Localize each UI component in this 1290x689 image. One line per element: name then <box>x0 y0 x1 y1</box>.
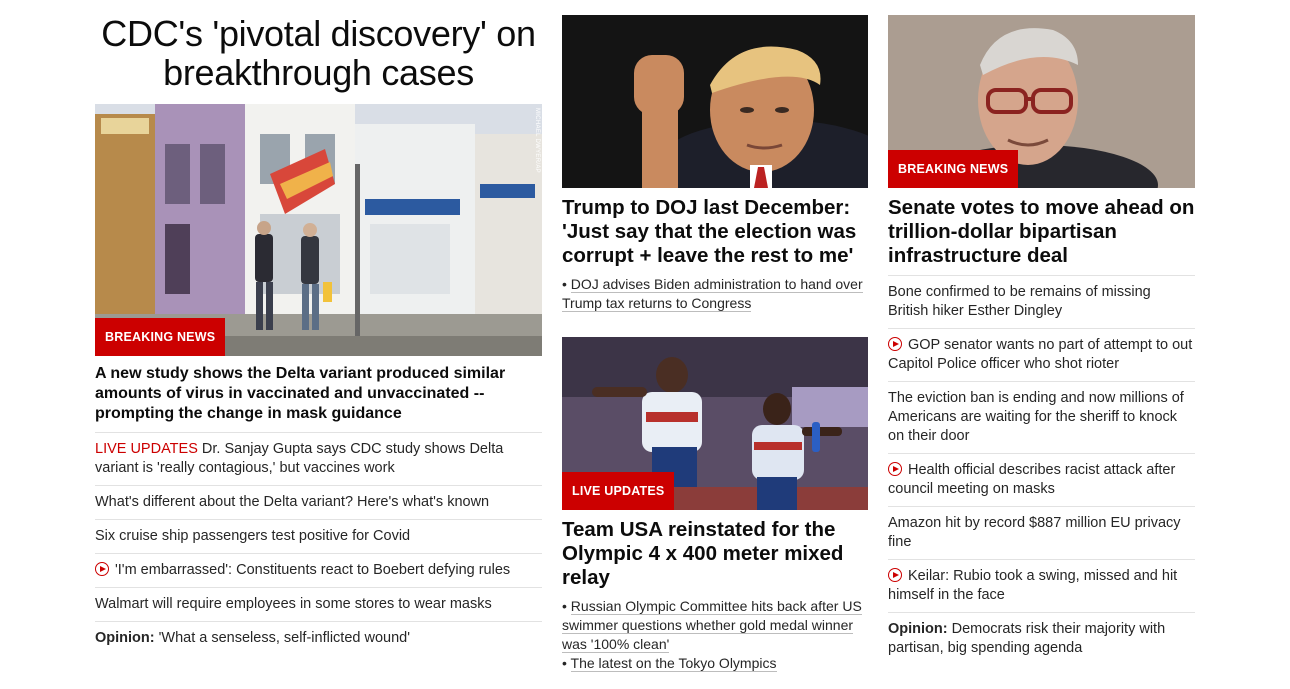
lead-image[interactable]: MICHAEL DWYER/AP BREAKING NEWS <box>95 104 542 356</box>
play-video-icon <box>888 462 902 476</box>
right-story-list: Bone confirmed to be remains of missing … <box>888 275 1195 665</box>
list-item[interactable]: Opinion: Democrats risk their majority w… <box>888 612 1195 665</box>
list-item[interactable]: The eviction ban is ending and now milli… <box>888 381 1195 453</box>
opinion-label: Opinion: <box>888 621 948 637</box>
list-item[interactable]: What's different about the Delta variant… <box>95 485 542 519</box>
relay-story-bullets: • Russian Olympic Committee hits back af… <box>562 597 868 673</box>
bullet-item[interactable]: • Russian Olympic Committee hits back af… <box>562 597 868 654</box>
trump-photo <box>562 15 868 188</box>
play-video-icon <box>95 562 109 576</box>
list-item[interactable]: Keilar: Rubio took a swing, missed and h… <box>888 559 1195 612</box>
lead-story-title[interactable]: A new study shows the Delta variant prod… <box>95 356 542 432</box>
list-item[interactable]: 'I'm embarrassed': Constituents react to… <box>95 553 542 587</box>
main-headline[interactable]: CDC's 'pivotal discovery' on breakthroug… <box>95 14 542 92</box>
list-item[interactable]: Walmart will require employees in some s… <box>95 587 542 621</box>
trump-story-bullets: • DOJ advises Biden administration to ha… <box>562 275 868 313</box>
list-item[interactable]: Health official describes racist attack … <box>888 453 1195 506</box>
list-item[interactable]: Opinion: 'What a senseless, self-inflict… <box>95 621 542 655</box>
list-item[interactable]: Six cruise ship passengers test positive… <box>95 519 542 553</box>
bullet-item[interactable]: • DOJ advises Biden administration to ha… <box>562 275 868 313</box>
left-column: CDC's 'pivotal discovery' on breakthroug… <box>95 0 542 655</box>
image-credit: MICHAEL DWYER/AP <box>534 108 540 173</box>
bullet-item[interactable]: • The latest on the Tokyo Olympics <box>562 654 868 673</box>
breaking-news-badge: BREAKING NEWS <box>95 318 226 356</box>
live-updates-badge: LIVE UPDATES <box>562 472 675 510</box>
list-item[interactable]: Amazon hit by record $887 million EU pri… <box>888 506 1195 559</box>
left-story-list: LIVE UPDATES Dr. Sanjay Gupta says CDC s… <box>95 432 542 655</box>
senate-story-title[interactable]: Senate votes to move ahead on trillion-d… <box>888 188 1195 275</box>
relay-story-title[interactable]: Team USA reinstated for the Olympic 4 x … <box>562 510 868 597</box>
relay-image[interactable]: LIVE UPDATES <box>562 337 868 510</box>
list-item[interactable]: LIVE UPDATES Dr. Sanjay Gupta says CDC s… <box>95 432 542 485</box>
list-item[interactable]: GOP senator wants no part of attempt to … <box>888 328 1195 381</box>
trump-image[interactable] <box>562 15 868 188</box>
trump-story-title[interactable]: Trump to DOJ last December: 'Just say th… <box>562 188 868 275</box>
play-video-icon <box>888 568 902 582</box>
play-video-icon <box>888 337 902 351</box>
right-column: BREAKING NEWS Senate votes to move ahead… <box>888 0 1195 665</box>
middle-column: Trump to DOJ last December: 'Just say th… <box>562 0 868 673</box>
opinion-label: Opinion: <box>95 630 155 646</box>
list-item[interactable]: Bone confirmed to be remains of missing … <box>888 275 1195 328</box>
schumer-image[interactable]: BREAKING NEWS <box>888 15 1195 188</box>
breaking-news-badge: BREAKING NEWS <box>888 150 1019 188</box>
live-updates-label: LIVE UPDATES <box>95 441 198 457</box>
